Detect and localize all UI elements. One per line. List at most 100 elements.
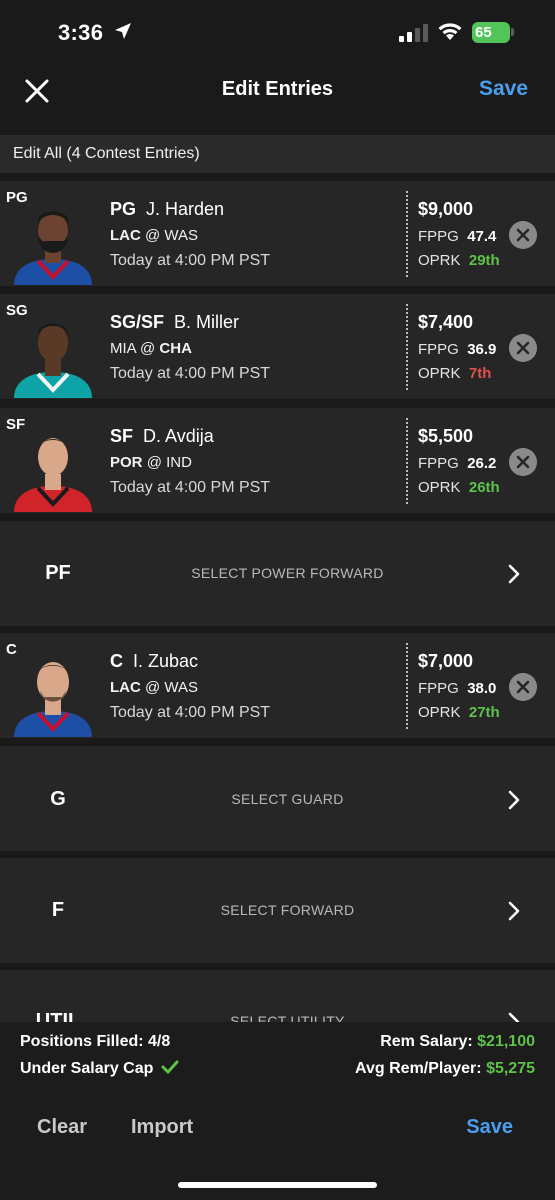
empty-slot-label: SELECT GUARD — [231, 791, 344, 807]
avg-remaining-per-player: Avg Rem/Player: $5,275 — [355, 1060, 535, 1078]
team-abbr: MIA — [110, 340, 136, 357]
at-symbol: @ — [146, 454, 162, 471]
positions-value: 4/8 — [148, 1033, 171, 1050]
oprk-label: OPRK — [418, 252, 461, 269]
player-salary: $5,500 — [418, 426, 474, 446]
home-indicator[interactable] — [178, 1182, 377, 1188]
page-title: Edit Entries — [221, 78, 334, 100]
remove-player-icon[interactable] — [509, 221, 537, 249]
wifi-icon — [438, 23, 462, 40]
opponent-abbr: IND — [166, 454, 192, 471]
rem-salary-value: $21,100 — [477, 1033, 535, 1050]
lineup-summary-footer: Positions Filled: 4/8 Under Salary Cap R… — [0, 1022, 555, 1200]
fppg-stat: FPPG 47.4 — [418, 228, 496, 245]
oprk-value: 29th — [468, 252, 500, 269]
player-name-line: C I. Zubac — [110, 651, 198, 672]
divider — [406, 643, 408, 729]
fppg-value: 38.0 — [467, 680, 497, 697]
fppg-value: 26.2 — [467, 455, 497, 472]
oprk-label: OPRK — [418, 365, 461, 382]
player-salary: $7,400 — [418, 312, 474, 332]
game-matchup: LAC @ WAS — [110, 227, 198, 244]
game-time: Today at 4:00 PM PST — [110, 252, 271, 269]
cellular-signal-icon — [399, 24, 428, 42]
fppg-stat: FPPG 26.2 — [418, 455, 496, 472]
game-time: Today at 4:00 PM PST — [110, 704, 271, 721]
save-button[interactable]: Save — [466, 1116, 513, 1139]
nav-save-button[interactable]: Save — [479, 77, 528, 101]
team-abbr: LAC — [110, 227, 141, 244]
lineup-row-empty[interactable]: G SELECT GUARD — [0, 746, 555, 851]
game-matchup: LAC @ WAS — [110, 679, 198, 696]
opponent-abbr: WAS — [164, 679, 199, 696]
status-bar: 3:36 65 — [0, 0, 555, 62]
lineup-row-player[interactable]: SF SF D. Avdija POR @ IND Today at 4:00 … — [0, 408, 555, 513]
player-photo — [14, 438, 92, 512]
at-symbol: @ — [145, 227, 161, 244]
divider — [406, 191, 408, 277]
fppg-stat: FPPG 38.0 — [418, 680, 496, 697]
oprk-value: 7th — [468, 365, 492, 382]
opponent-abbr: WAS — [164, 227, 199, 244]
player-photo — [14, 662, 92, 737]
nav-bar: Edit Entries Save — [0, 62, 555, 122]
player-name: J. Harden — [146, 199, 225, 219]
rem-salary-label: Rem Salary: — [380, 1033, 473, 1050]
player-photo — [14, 323, 92, 398]
at-symbol: @ — [145, 679, 161, 696]
salary-cap-status: Under Salary Cap — [20, 1060, 179, 1078]
team-abbr: LAC — [110, 679, 141, 696]
positions-filled: Positions Filled: 4/8 — [20, 1033, 170, 1051]
oprk-value: 26th — [468, 479, 500, 496]
game-matchup: POR @ IND — [110, 454, 192, 471]
lineup-row-empty[interactable]: PF SELECT POWER FORWARD — [0, 521, 555, 626]
player-position: SG/SF — [110, 312, 165, 332]
fppg-label: FPPG — [418, 680, 459, 697]
player-name: I. Zubac — [133, 651, 199, 671]
remaining-salary: Rem Salary: $21,100 — [380, 1033, 535, 1051]
fppg-label: FPPG — [418, 228, 459, 245]
player-name: D. Avdija — [143, 426, 214, 446]
avg-rem-value: $5,275 — [486, 1060, 535, 1077]
fppg-label: FPPG — [418, 455, 459, 472]
lineup-row-empty[interactable]: F SELECT FORWARD — [0, 858, 555, 963]
team-abbr: POR — [110, 454, 143, 471]
player-position: C — [110, 651, 123, 671]
oprk-label: OPRK — [418, 479, 461, 496]
fppg-value: 36.9 — [467, 341, 497, 358]
positions-label: Positions Filled: — [20, 1033, 144, 1050]
import-button[interactable]: Import — [131, 1116, 193, 1139]
game-time: Today at 4:00 PM PST — [110, 365, 271, 382]
player-name-line: SF D. Avdija — [110, 426, 214, 447]
remove-player-icon[interactable] — [509, 673, 537, 701]
opponent-abbr: CHA — [159, 340, 192, 357]
status-time: 3:36 — [58, 20, 104, 45]
oprk-stat: OPRK 29th — [418, 252, 500, 269]
remove-player-icon[interactable] — [509, 334, 537, 362]
game-matchup: MIA @ CHA — [110, 340, 192, 357]
chevron-right-icon — [508, 901, 520, 921]
clear-button[interactable]: Clear — [37, 1116, 87, 1139]
player-position: PG — [110, 199, 137, 219]
battery-indicator: 65 — [472, 22, 510, 43]
player-name-line: SG/SF B. Miller — [110, 312, 239, 333]
checkmark-icon — [161, 1060, 179, 1074]
lineup-row-player[interactable]: PG PG J. Harden LAC @ WAS Today at 4:00 … — [0, 181, 555, 286]
player-salary: $9,000 — [418, 199, 474, 219]
remove-player-icon[interactable] — [509, 448, 537, 476]
divider — [406, 418, 408, 504]
salary-cap-label: Under Salary Cap — [20, 1060, 154, 1077]
player-photo — [14, 211, 92, 285]
lineup-row-player[interactable]: C C I. Zubac LAC @ WAS Today at 4:00 PM … — [0, 633, 555, 738]
avg-rem-label: Avg Rem/Player: — [355, 1060, 482, 1077]
empty-slot-label: SELECT POWER FORWARD — [191, 565, 384, 581]
edit-all-header[interactable]: Edit All (4 Contest Entries) — [0, 135, 555, 173]
player-name: B. Miller — [174, 312, 240, 332]
at-symbol: @ — [140, 340, 156, 357]
divider — [406, 304, 408, 390]
lineup-row-player[interactable]: SG SG/SF B. Miller MIA @ CHA Today at 4:… — [0, 294, 555, 399]
oprk-stat: OPRK 26th — [418, 479, 500, 496]
player-salary: $7,000 — [418, 651, 474, 671]
empty-slot-label: SELECT FORWARD — [220, 902, 355, 918]
oprk-value: 27th — [468, 704, 500, 721]
